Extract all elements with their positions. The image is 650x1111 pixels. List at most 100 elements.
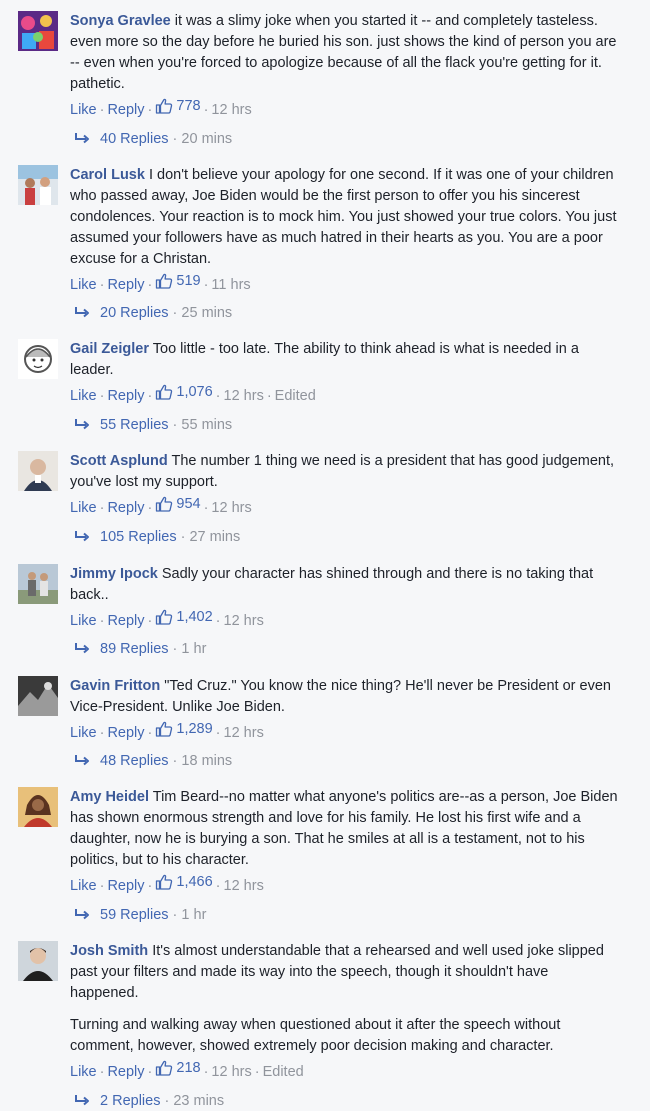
- comment-body: Carol Lusk I don't believe your apology …: [70, 165, 620, 270]
- replies-row[interactable]: 105 Replies · 27 mins: [74, 527, 240, 547]
- reply-link[interactable]: Reply: [107, 500, 144, 516]
- comment-timestamp[interactable]: 12 hrs: [224, 613, 264, 629]
- like-link[interactable]: Like: [70, 388, 97, 404]
- like-count[interactable]: 218: [155, 1058, 201, 1078]
- avatar[interactable]: [18, 451, 58, 491]
- replies-row[interactable]: 59 Replies · 1 hr: [74, 905, 206, 925]
- reply-arrow-icon: [74, 1094, 90, 1106]
- comment-author[interactable]: Jimmy Ipock: [70, 566, 158, 582]
- avatar[interactable]: [18, 165, 58, 205]
- replies-row[interactable]: 48 Replies · 18 mins: [74, 751, 232, 771]
- avatar[interactable]: [18, 11, 58, 51]
- reply-timestamp: 27 mins: [189, 529, 241, 545]
- replies-link[interactable]: 105 Replies: [100, 529, 177, 545]
- edited-label[interactable]: Edited: [275, 388, 316, 404]
- comment-actions: Like · Reply · 1,402 · 12 hrs: [70, 607, 264, 629]
- comment-timestamp[interactable]: 12 hrs: [224, 878, 264, 894]
- comment-timestamp[interactable]: 12 hrs: [211, 500, 251, 516]
- replies-row[interactable]: 55 Replies · 55 mins: [74, 415, 232, 435]
- avatar[interactable]: [18, 787, 58, 827]
- reply-timestamp: 25 mins: [181, 305, 233, 321]
- avatar[interactable]: [18, 941, 58, 981]
- reply-link[interactable]: Reply: [107, 102, 144, 118]
- comment-timestamp[interactable]: 12 hrs: [211, 102, 251, 118]
- comment-text: Tim Beard--no matter what anyone's polit…: [70, 789, 618, 868]
- reply-arrow-icon: [74, 306, 90, 318]
- replies-link[interactable]: 48 Replies: [100, 753, 169, 769]
- comment-actions: Like · Reply · 218 · 12 hrs · Edited: [70, 1058, 304, 1080]
- replies-link[interactable]: 20 Replies: [100, 305, 169, 321]
- reply-timestamp: 18 mins: [181, 753, 233, 769]
- reply-link[interactable]: Reply: [107, 277, 144, 293]
- comment-author[interactable]: Gavin Fritton: [70, 678, 160, 694]
- avatar[interactable]: [18, 339, 58, 379]
- avatar[interactable]: [18, 564, 58, 604]
- edited-label[interactable]: Edited: [263, 1064, 304, 1080]
- reply-link[interactable]: Reply: [107, 725, 144, 741]
- comment-actions: Like · Reply · 519 · 11 hrs: [70, 271, 251, 293]
- comment-body: Josh Smith It's almost understandable th…: [70, 941, 620, 1004]
- comment-author[interactable]: Scott Asplund: [70, 453, 168, 469]
- like-count[interactable]: 954: [155, 494, 201, 514]
- replies-row[interactable]: 20 Replies · 25 mins: [74, 303, 232, 323]
- reply-link[interactable]: Reply: [107, 613, 144, 629]
- replies-row[interactable]: 2 Replies · 23 mins: [74, 1091, 224, 1111]
- reply-timestamp: 1 hr: [181, 641, 207, 657]
- comment-text: It's almost understandable that a rehear…: [70, 943, 604, 1001]
- comment-actions: Like · Reply · 1,076 · 12 hrs · Edited: [70, 382, 316, 404]
- reply-link[interactable]: Reply: [107, 388, 144, 404]
- comment-body: Amy Heidel Tim Beard--no matter what any…: [70, 787, 620, 871]
- replies-link[interactable]: 55 Replies: [100, 417, 169, 433]
- comment-timestamp[interactable]: 12 hrs: [211, 1064, 251, 1080]
- reply-timestamp: 23 mins: [173, 1093, 225, 1109]
- replies-row[interactable]: 40 Replies · 20 mins: [74, 129, 232, 149]
- reply-arrow-icon: [74, 530, 90, 542]
- reply-link[interactable]: Reply: [107, 1064, 144, 1080]
- like-link[interactable]: Like: [70, 878, 97, 894]
- replies-row[interactable]: 89 Replies · 1 hr: [74, 639, 206, 659]
- comment-author[interactable]: Amy Heidel: [70, 789, 149, 805]
- comment-timestamp[interactable]: 11 hrs: [211, 277, 250, 293]
- replies-link[interactable]: 59 Replies: [100, 907, 169, 923]
- comment-author[interactable]: Gail Zeigler: [70, 341, 149, 357]
- like-link[interactable]: Like: [70, 1064, 97, 1080]
- reply-link[interactable]: Reply: [107, 878, 144, 894]
- thumbs-up-icon: [155, 609, 173, 625]
- reply-arrow-icon: [74, 754, 90, 766]
- comment-actions: Like · Reply · 1,289 · 12 hrs: [70, 719, 264, 741]
- reply-arrow-icon: [74, 418, 90, 430]
- like-link[interactable]: Like: [70, 500, 97, 516]
- comment-text: I don't believe your apology for one sec…: [70, 167, 617, 267]
- like-count[interactable]: 519: [155, 271, 201, 291]
- like-count[interactable]: 1,466: [155, 872, 213, 892]
- like-count[interactable]: 778: [155, 96, 201, 116]
- like-link[interactable]: Like: [70, 277, 97, 293]
- like-count[interactable]: 1,076: [155, 382, 213, 402]
- reply-timestamp: 1 hr: [181, 907, 207, 923]
- comment-body: Gail Zeigler Too little - too late. The …: [70, 339, 620, 381]
- like-link[interactable]: Like: [70, 102, 97, 118]
- like-link[interactable]: Like: [70, 725, 97, 741]
- avatar[interactable]: [18, 676, 58, 716]
- replies-link[interactable]: 40 Replies: [100, 131, 169, 147]
- comment-author[interactable]: Josh Smith: [70, 943, 148, 959]
- thumbs-up-icon: [155, 874, 173, 890]
- like-count[interactable]: 1,402: [155, 607, 213, 627]
- comment-body: Sonya Gravlee it was a slimy joke when y…: [70, 11, 620, 95]
- replies-link[interactable]: 89 Replies: [100, 641, 169, 657]
- comment-author[interactable]: Sonya Gravlee: [70, 13, 171, 29]
- comment-timestamp[interactable]: 12 hrs: [224, 725, 264, 741]
- like-link[interactable]: Like: [70, 613, 97, 629]
- comment-body: Jimmy Ipock Sadly your character has shi…: [70, 564, 620, 606]
- reply-timestamp: 55 mins: [181, 417, 233, 433]
- comment-actions: Like · Reply · 1,466 · 12 hrs: [70, 872, 264, 894]
- like-count[interactable]: 1,289: [155, 719, 213, 739]
- comment-author[interactable]: Carol Lusk: [70, 167, 145, 183]
- replies-link[interactable]: 2 Replies: [100, 1093, 160, 1109]
- comment-actions: Like · Reply · 778 · 12 hrs: [70, 96, 252, 118]
- comment-body: Scott Asplund The number 1 thing we need…: [70, 451, 620, 493]
- comment-timestamp[interactable]: 12 hrs: [224, 388, 264, 404]
- reply-arrow-icon: [74, 908, 90, 920]
- comment-body: Gavin Fritton "Ted Cruz." You know the n…: [70, 676, 620, 718]
- reply-arrow-icon: [74, 132, 90, 144]
